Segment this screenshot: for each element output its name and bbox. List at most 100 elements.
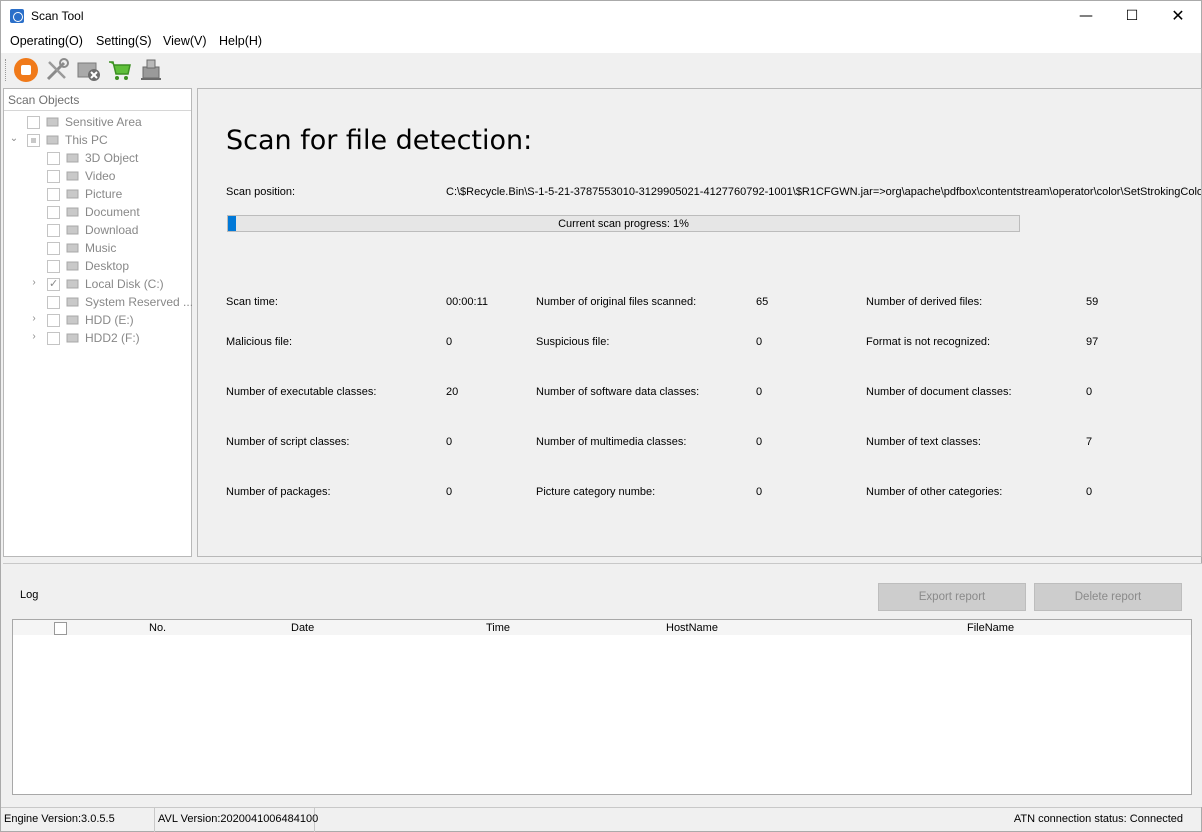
scan-detail-panel: Scan for file detection: Scan position: … [197,88,1202,557]
scan-progress-bar: Current scan progress: 1% [227,215,1020,232]
stat-label: Scan time: [226,296,278,308]
stat-label: Number of document classes: [866,386,1012,398]
tree-item-checkbox[interactable] [47,170,60,183]
stat-label: Number of packages: [226,486,331,498]
select-all-checkbox[interactable] [54,622,67,635]
tree-item-label: Local Disk (C:) [85,277,164,291]
tools-icon[interactable] [44,57,70,83]
tree-item-checkbox[interactable] [47,152,60,165]
tree-item-checkbox[interactable] [47,206,60,219]
download-icon [66,224,79,236]
tree-item-checkbox[interactable] [47,224,60,237]
title-bar: Scan Tool — ☐ ✕ [1,1,1201,31]
tree-item[interactable]: Video [4,167,191,185]
stat-value: 20 [446,386,459,398]
stat-value: 0 [446,336,453,348]
tree-item[interactable]: Sensitive Area [4,113,191,131]
scan-tool-window: Scan Tool — ☐ ✕ Operating(O) Setting(S) … [0,0,1202,832]
stat-label: Number of multimedia classes: [536,436,687,448]
close-button[interactable]: ✕ [1155,1,1201,31]
menu-setting[interactable]: Setting(S) [96,34,152,48]
tree-item[interactable]: Desktop [4,257,191,275]
stat-label: Number of original files scanned: [536,296,697,308]
scan-objects-header: Scan Objects [4,89,191,111]
stat-label: Suspicious file: [536,336,610,348]
tree-item[interactable]: › HDD2 (F:) [4,329,191,347]
stat-label: Number of text classes: [866,436,981,448]
log-table[interactable]: No. Date Time HostName FileName [12,619,1192,795]
tree-item-checkbox[interactable] [47,260,60,273]
maximize-button[interactable]: ☐ [1109,1,1155,31]
tree-item-checkbox[interactable] [47,296,60,309]
export-icon[interactable] [138,57,164,83]
drive-icon [66,278,79,290]
tree-item-checkbox[interactable] [47,314,60,327]
pc-icon [46,134,59,146]
window-title: Scan Tool [31,9,84,23]
tree-item-checkbox[interactable] [47,188,60,201]
tree-expander-icon[interactable]: › [29,331,39,342]
tree-item-checkbox[interactable] [27,116,40,129]
column-time[interactable]: Time [486,622,510,634]
tree-item-checkbox[interactable] [47,242,60,255]
toolbar-grip [5,59,7,81]
menu-view[interactable]: View(V) [163,34,207,48]
log-section: Log Export report Delete report No. Date… [3,563,1202,807]
tree-item-label: HDD2 (F:) [85,331,140,345]
engine-version: Engine Version:3.0.5.5 [1,808,155,832]
column-hostname[interactable]: HostName [666,622,718,634]
tree-item[interactable]: 3D Object [4,149,191,167]
tree-item-label: Desktop [85,259,130,273]
tree-item[interactable]: ⌄ This PC [4,131,191,149]
stop-scan-icon[interactable] [13,57,39,83]
tree-item-label: Video [85,169,116,183]
document-icon [66,206,79,218]
stat-value: 0 [756,436,763,448]
tree-item[interactable]: › Local Disk (C:) [4,275,191,293]
status-bar: Engine Version:3.0.5.5 AVL Version:20200… [1,807,1201,832]
drive-icon [66,314,79,326]
export-report-button[interactable]: Export report [878,583,1026,611]
tree-item[interactable]: › HDD (E:) [4,311,191,329]
stat-label: Number of executable classes: [226,386,377,398]
column-no[interactable]: No. [149,622,166,634]
stat-value: 59 [1086,296,1099,308]
menu-operating[interactable]: Operating(O) [10,34,83,48]
tree-item[interactable]: Document [4,203,191,221]
tree-item[interactable]: System Reserved ... [4,293,194,311]
stat-label: Format is not recognized: [866,336,991,348]
avl-version: AVL Version:2020041006484100 [155,808,318,832]
menu-help[interactable]: Help(H) [219,34,262,48]
scan-progress-text: Current scan progress: 1% [558,218,689,230]
stat-value: 0 [446,436,453,448]
tree-item-checkbox[interactable] [47,332,60,345]
tree-item[interactable]: Download [4,221,191,239]
toolbar [1,53,1201,87]
minimize-button[interactable]: — [1063,1,1109,31]
cart-icon[interactable] [107,57,133,83]
clear-icon[interactable] [76,57,102,83]
scan-title: Scan for file detection: [226,125,533,156]
tree-expander-icon[interactable]: › [29,313,39,324]
tree-item-label: Download [85,223,139,237]
tree-item-label: Document [85,205,140,219]
tree-item-checkbox[interactable] [27,134,40,147]
stat-value: 65 [756,296,769,308]
column-filename[interactable]: FileName [967,622,1014,634]
stat-label: Number of derived files: [866,296,983,308]
tree-item[interactable]: Music [4,239,191,257]
menu-bar: Operating(O) Setting(S) View(V) Help(H) [1,31,1201,53]
tree-item-checkbox[interactable] [47,277,60,291]
tree-item-label: System Reserved ... [85,295,194,309]
delete-report-button[interactable]: Delete report [1034,583,1182,611]
picture-icon [66,188,79,200]
music-icon [66,242,79,254]
stat-value: 0 [1086,486,1093,498]
scan-objects-panel: Scan Objects Sensitive Area ⌄ This PC 3D Ob… [3,88,194,557]
log-table-header: No. Date Time HostName FileName [13,620,1191,635]
stat-label: Number of other categories: [866,486,1003,498]
tree-expander-icon[interactable]: ⌄ [9,133,19,144]
column-date[interactable]: Date [291,622,314,634]
tree-expander-icon[interactable]: › [29,277,39,288]
tree-item[interactable]: Picture [4,185,191,203]
